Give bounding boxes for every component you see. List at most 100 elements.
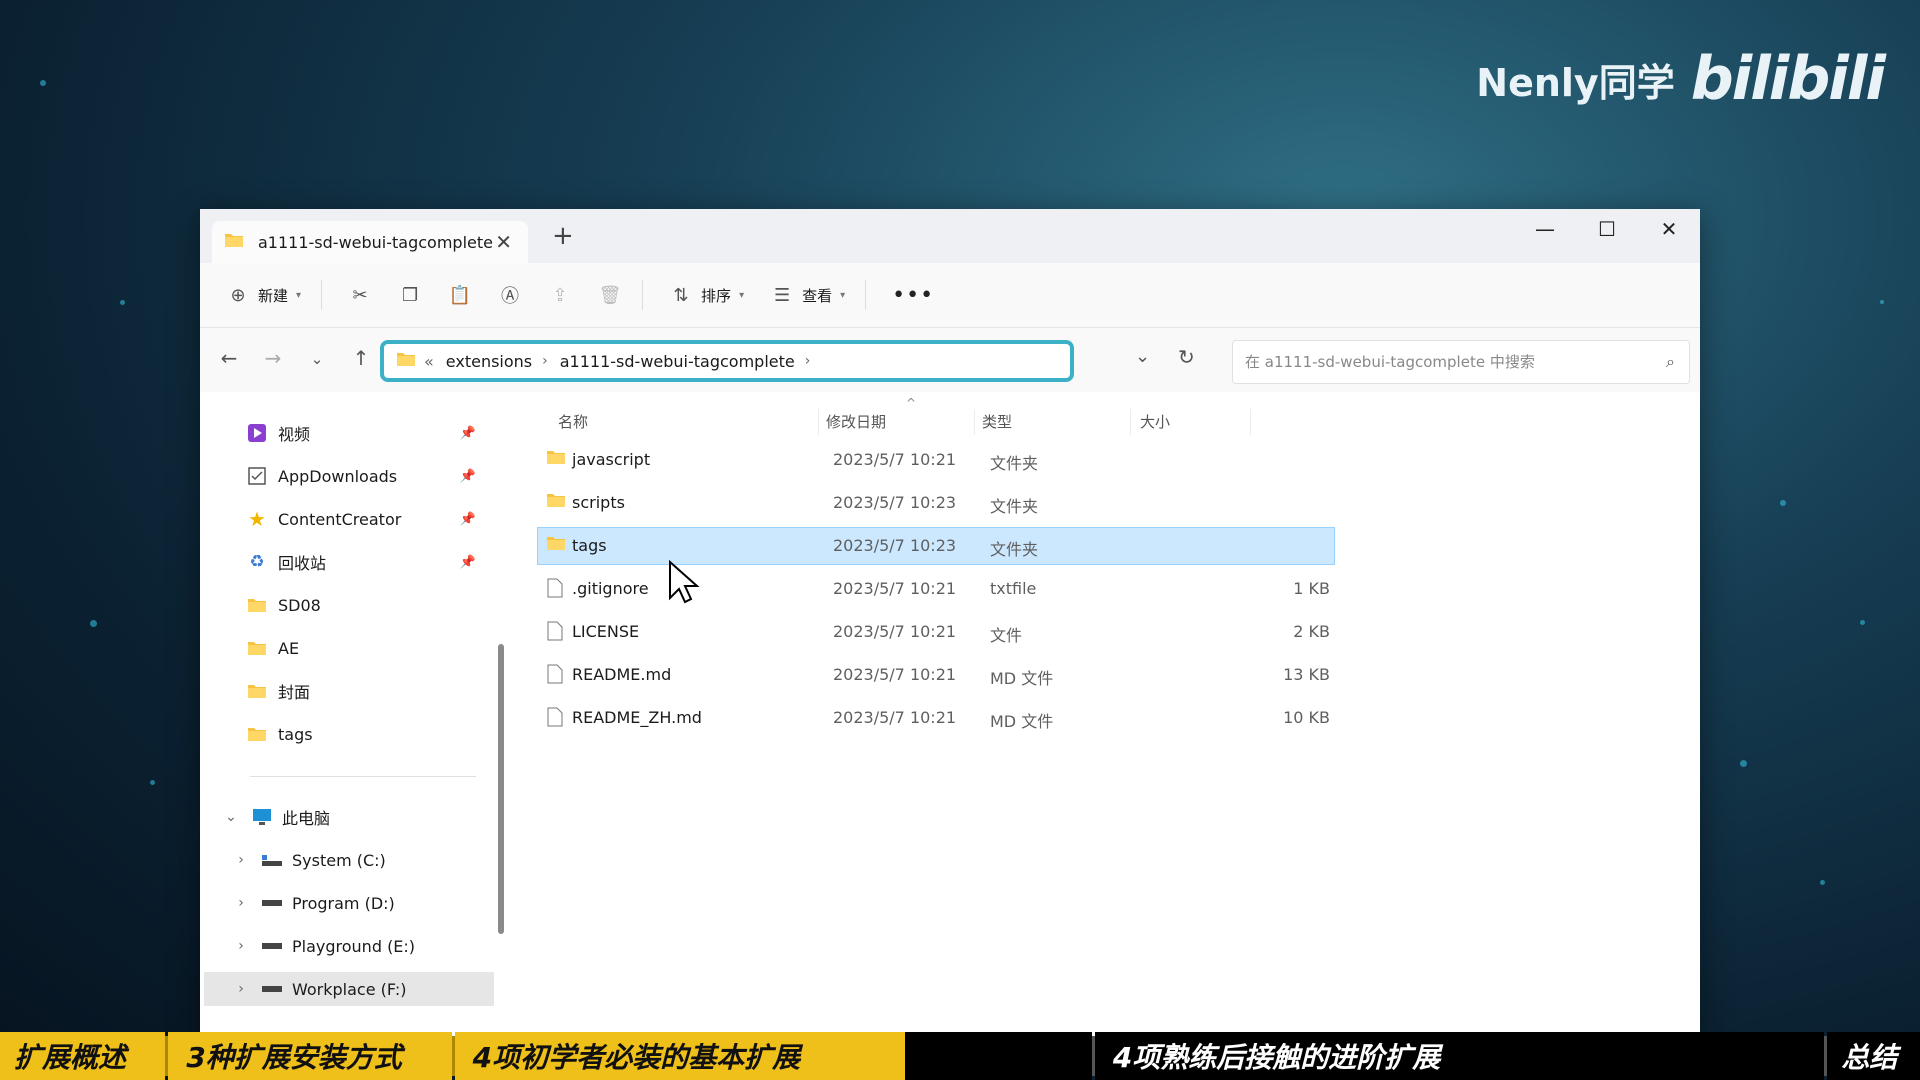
address-history-dropdown-icon[interactable]: ⌄	[1135, 346, 1150, 367]
folder-icon	[546, 492, 566, 512]
channel-name: Nenly同学	[1476, 60, 1675, 105]
chevron-right-icon[interactable]: ›	[230, 981, 252, 997]
view-button[interactable]: ☰ 查看 ▾	[770, 283, 845, 307]
sidebar-item-label: SD08	[278, 595, 321, 615]
column-header-size[interactable]: 大小	[1140, 404, 1170, 438]
nav-buttons: ← → ⌄ ↑	[214, 346, 376, 372]
chevron-right-icon[interactable]: ›	[230, 938, 252, 954]
sidebar-scrollbar[interactable]	[498, 644, 504, 934]
breadcrumb-current[interactable]: a1111-sd-webui-tagcomplete	[560, 352, 795, 371]
breadcrumb-extensions[interactable]: extensions	[446, 352, 532, 371]
tab-current-folder[interactable]: a1111-sd-webui-tagcomplete ✕	[212, 221, 528, 263]
chevron-right-icon[interactable]: ›	[542, 353, 548, 369]
file-date: 2023/5/7 10:21	[833, 579, 957, 598]
sidebar-item-contentcreator[interactable]: ★ ContentCreator 📌	[246, 502, 486, 536]
chevron-right-icon[interactable]: ›	[230, 852, 252, 868]
file-date: 2023/5/7 10:21	[833, 665, 957, 684]
chevron-right-icon[interactable]: ›	[805, 353, 811, 369]
sidebar-item-drive-e[interactable]: › Playground (E:)	[230, 929, 500, 963]
sidebar-item-this-pc[interactable]: ⌄ 此电脑	[220, 800, 490, 834]
sidebar-item-ae[interactable]: AE	[246, 631, 486, 665]
search-icon[interactable]: ⌕	[1666, 352, 1675, 372]
folder-icon	[246, 723, 268, 745]
file-name: scripts	[572, 493, 625, 512]
sidebar-item-label: tags	[278, 724, 313, 744]
toolbar-divider	[642, 280, 644, 310]
star-icon: ★	[248, 507, 266, 531]
pin-icon: 📌	[459, 554, 476, 570]
file-type: 文件夹	[990, 540, 1039, 559]
table-row[interactable]: README_ZH.md 2023/5/7 10:21 MD 文件 10 KB	[538, 700, 1334, 736]
sidebar-item-drive-d[interactable]: › Program (D:)	[230, 886, 500, 920]
sidebar-item-label: 封面	[278, 683, 311, 702]
back-arrow-icon[interactable]: ←	[214, 346, 244, 372]
toolbar-divider	[865, 280, 867, 310]
close-tab-icon[interactable]: ✕	[495, 230, 512, 254]
table-row[interactable]: .gitignore 2023/5/7 10:21 txtfile 1 KB	[538, 571, 1334, 607]
column-separator[interactable]	[1130, 409, 1131, 435]
address-bar[interactable]: « extensions › a1111-sd-webui-tagcomplet…	[380, 340, 1074, 382]
file-type: MD 文件	[990, 669, 1054, 688]
search-box[interactable]: ⌕	[1232, 340, 1690, 384]
up-arrow-icon[interactable]: ↑	[346, 346, 376, 372]
sidebar-item-appdownloads[interactable]: AppDownloads 📌	[246, 459, 486, 493]
table-row[interactable]: scripts 2023/5/7 10:23 文件夹	[538, 485, 1334, 521]
table-row[interactable]: javascript 2023/5/7 10:21 文件夹	[538, 442, 1334, 478]
file-date: 2023/5/7 10:21	[833, 450, 957, 469]
sort-button[interactable]: ⇅ 排序 ▾	[669, 283, 745, 307]
folder-icon	[246, 680, 268, 702]
delete-button[interactable]: 🗑	[598, 283, 622, 307]
copy-button[interactable]: ❐	[398, 283, 422, 307]
mouse-cursor-icon	[668, 559, 700, 608]
rename-button[interactable]: Ⓐ	[498, 283, 522, 307]
column-header-name[interactable]: 名称	[558, 404, 588, 438]
sidebar-item-drive-f[interactable]: › Workplace (F:)	[204, 972, 494, 1006]
command-bar: ⊕ 新建 ▾ ✂ ❐ 📋 Ⓐ ⇪ 🗑 ⇅ 排序 ▾ ☰ 查看 ▾ •••	[200, 263, 1700, 328]
column-separator[interactable]	[974, 409, 975, 435]
share-button[interactable]: ⇪	[548, 283, 572, 307]
sidebar-item-cover[interactable]: 封面	[246, 674, 486, 708]
folder-icon	[246, 594, 268, 616]
file-type: 文件夹	[990, 454, 1039, 473]
sidebar-item-label: ContentCreator	[278, 509, 402, 529]
folder-icon	[546, 449, 566, 469]
column-header-type[interactable]: 类型	[982, 404, 1012, 438]
file-type: 文件	[990, 626, 1023, 645]
breadcrumb-overflow[interactable]: «	[424, 352, 434, 371]
more-options-icon[interactable]: •••	[892, 283, 934, 308]
list-view-icon: ☰	[774, 284, 791, 306]
sidebar-item-videos[interactable]: 视频 📌	[246, 416, 486, 450]
chevron-down-icon[interactable]: ⌄	[220, 809, 242, 825]
recent-dropdown-icon[interactable]: ⌄	[302, 346, 332, 372]
paste-button[interactable]: 📋	[448, 283, 472, 307]
sidebar-item-label: Playground (E:)	[292, 936, 416, 956]
sidebar-item-sd08[interactable]: SD08	[246, 588, 486, 622]
file-icon	[546, 664, 564, 688]
column-separator[interactable]	[1250, 409, 1251, 435]
rename-icon: Ⓐ	[501, 286, 520, 307]
table-row[interactable]: README.md 2023/5/7 10:21 MD 文件 13 KB	[538, 657, 1334, 693]
sidebar-item-recycle-bin[interactable]: ♻ 回收站 📌	[246, 545, 486, 579]
refresh-icon[interactable]: ↻	[1178, 345, 1195, 369]
forward-arrow-icon[interactable]: →	[258, 346, 288, 372]
sidebar-item-drive-c[interactable]: › System (C:)	[230, 843, 500, 877]
table-row-selected[interactable]: tags 2023/5/7 10:23 文件夹	[537, 527, 1335, 565]
cut-button[interactable]: ✂	[348, 283, 372, 307]
scissors-icon: ✂	[352, 284, 368, 306]
trash-icon: 🗑	[598, 284, 622, 306]
sidebar-item-tags[interactable]: tags	[246, 717, 486, 751]
table-row[interactable]: LICENSE 2023/5/7 10:21 文件 2 KB	[538, 614, 1334, 650]
maximize-button[interactable]: ☐	[1576, 209, 1638, 249]
close-window-button[interactable]: ✕	[1638, 209, 1700, 249]
column-header-date[interactable]: 修改日期	[826, 404, 886, 438]
new-button[interactable]: ⊕ 新建 ▾	[226, 283, 301, 307]
new-tab-button[interactable]: +	[552, 221, 574, 251]
file-type: MD 文件	[990, 712, 1054, 731]
chevron-down-icon: ▾	[296, 289, 302, 301]
minimize-button[interactable]: —	[1514, 209, 1576, 249]
chevron-right-icon[interactable]: ›	[230, 895, 252, 911]
folder-icon	[224, 232, 244, 252]
sidebar-item-label: 此电脑	[282, 809, 331, 828]
column-separator[interactable]	[818, 409, 819, 435]
search-input[interactable]	[1243, 352, 1667, 372]
